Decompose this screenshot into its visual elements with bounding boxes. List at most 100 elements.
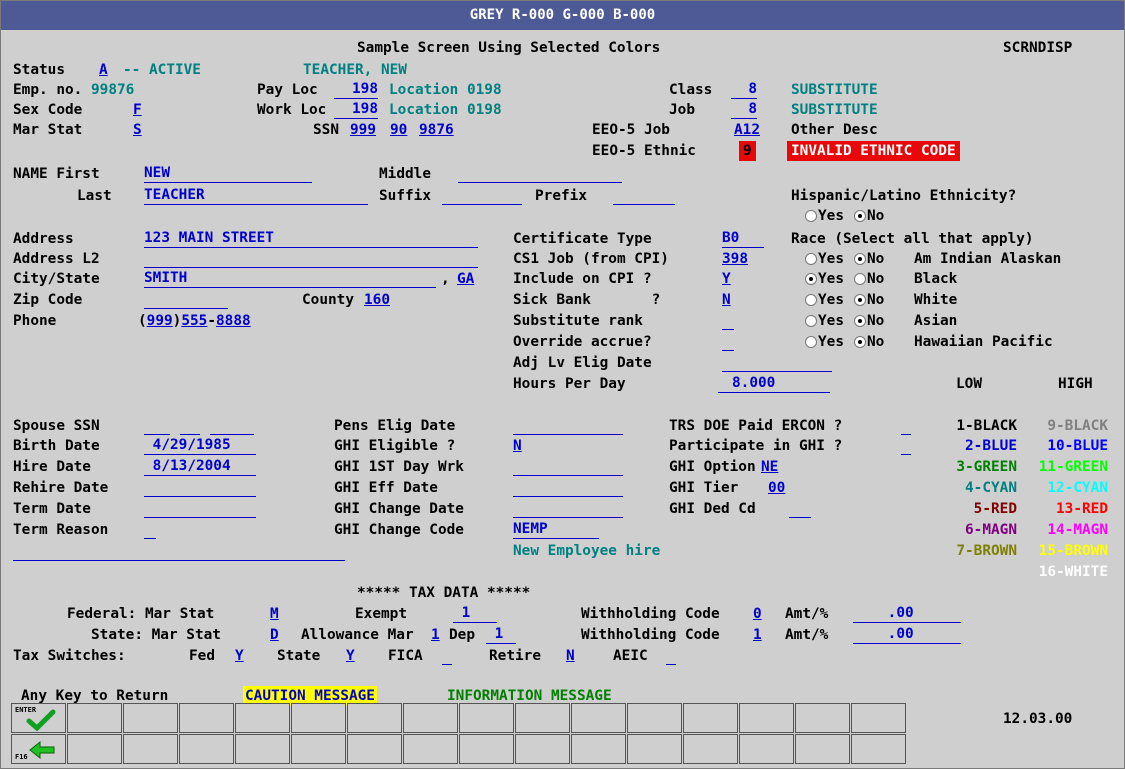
fed-wc-value[interactable]: 0 [753, 604, 762, 624]
ssn-part1[interactable]: 999 [350, 120, 376, 140]
term-reason-desc-field[interactable] [13, 542, 345, 561]
function-key-slot[interactable] [347, 734, 402, 764]
function-key-slot[interactable] [515, 703, 570, 733]
state-wc-value[interactable]: 1 [753, 625, 762, 645]
hire-date-field[interactable]: 8/13/2004 [144, 457, 256, 476]
allowance-value[interactable]: 1 [431, 625, 440, 645]
status-code[interactable]: A [99, 60, 108, 80]
spouse-ssn-3[interactable] [210, 416, 254, 435]
eeo-job-value[interactable]: A12 [734, 120, 760, 140]
function-key-slot[interactable] [235, 734, 290, 764]
function-key-slot[interactable] [403, 734, 458, 764]
function-key-slot[interactable] [459, 734, 514, 764]
sick-bank-value[interactable]: N [722, 290, 731, 310]
function-key-slot[interactable] [67, 703, 122, 733]
function-key-slot[interactable] [795, 703, 850, 733]
function-key-slot[interactable] [515, 734, 570, 764]
function-key-slot[interactable] [627, 734, 682, 764]
city-field[interactable]: SMITH [144, 269, 436, 288]
race-yes-radio-3[interactable] [805, 315, 817, 327]
function-key-slot[interactable] [627, 703, 682, 733]
hispanic-yes-radio[interactable] [805, 210, 817, 222]
zip-field[interactable] [144, 290, 228, 309]
rehire-date-field[interactable] [144, 478, 256, 497]
term-reason-field[interactable] [144, 520, 156, 539]
county-field[interactable]: 160 [364, 290, 390, 310]
fica-field[interactable] [442, 646, 452, 665]
address-field[interactable]: 123 MAIN STREET [144, 229, 478, 248]
race-no-radio-0[interactable] [854, 253, 866, 265]
function-key-slot[interactable] [67, 734, 122, 764]
cert-type-field[interactable]: B0 [722, 229, 764, 248]
race-yes-radio-4[interactable] [805, 336, 817, 348]
function-key-slot[interactable] [851, 703, 906, 733]
middle-name-field[interactable] [458, 164, 622, 183]
race-yes-radio-0[interactable] [805, 253, 817, 265]
fed-switch-value[interactable]: Y [235, 646, 244, 666]
ghi-ded-field[interactable] [789, 499, 811, 518]
hispanic-no-radio[interactable] [854, 210, 866, 222]
function-key-slot[interactable] [739, 703, 794, 733]
function-key-slot[interactable] [403, 703, 458, 733]
last-name-field[interactable]: TEACHER [144, 186, 368, 205]
function-key-slot[interactable] [179, 734, 234, 764]
race-no-radio-1[interactable] [854, 273, 866, 285]
race-no-radio-4[interactable] [854, 336, 866, 348]
race-yes-radio-1[interactable] [805, 273, 817, 285]
eeo-ethnic-value[interactable]: 9 [739, 141, 756, 161]
participate-ghi-field[interactable] [901, 436, 911, 455]
ghi-eligible-value[interactable]: N [513, 436, 522, 456]
class-field[interactable]: 8 [731, 80, 757, 99]
ghi-chg-date-field[interactable] [513, 499, 623, 518]
first-name-field[interactable]: NEW [144, 164, 312, 183]
race-yes-radio-2[interactable] [805, 294, 817, 306]
spouse-ssn-2[interactable] [180, 416, 200, 435]
suffix-field[interactable] [442, 186, 522, 205]
spouse-ssn-1[interactable] [144, 416, 170, 435]
ghi-eff-field[interactable] [513, 478, 623, 497]
term-date-field[interactable] [144, 499, 256, 518]
function-key-slot[interactable] [571, 703, 626, 733]
job-field[interactable]: 8 [731, 100, 757, 119]
function-key-slot[interactable] [347, 703, 402, 733]
ghi-1st-day-field[interactable] [513, 457, 623, 476]
cs1-job-value[interactable]: 398 [722, 249, 748, 269]
function-key-slot[interactable] [235, 703, 290, 733]
ghi-option-value[interactable]: NE [761, 457, 778, 477]
include-cpi-value[interactable]: Y [722, 269, 731, 289]
dep-field[interactable]: 1 [486, 625, 516, 644]
state-field[interactable]: GA [457, 269, 474, 289]
function-key-slot[interactable] [683, 734, 738, 764]
sub-rank-field[interactable] [722, 311, 734, 330]
state-amt-field[interactable]: .00 [853, 625, 961, 644]
function-key-slot[interactable] [459, 703, 514, 733]
ssn-part2[interactable]: 90 [390, 120, 407, 140]
function-key-slot[interactable] [571, 734, 626, 764]
function-key-slot[interactable] [291, 703, 346, 733]
function-key-slot[interactable] [123, 734, 178, 764]
enter-key[interactable]: ENTER [11, 703, 66, 733]
function-key-slot[interactable] [851, 734, 906, 764]
prefix-field[interactable] [613, 186, 675, 205]
ssn-part3[interactable]: 9876 [419, 120, 454, 140]
state-switch-value[interactable]: Y [346, 646, 355, 666]
pay-loc-field[interactable]: 198 [334, 80, 378, 99]
ghi-chg-code-field[interactable]: NEMP [513, 520, 599, 539]
function-key-slot[interactable] [739, 734, 794, 764]
aeic-field[interactable] [666, 646, 676, 665]
retire-value[interactable]: N [566, 646, 575, 666]
fed-amt-field[interactable]: .00 [853, 604, 961, 623]
phone-field[interactable]: (999)555-8888 [138, 311, 251, 331]
f16-key[interactable]: F16 [11, 734, 66, 764]
sex-code-value[interactable]: F [133, 100, 142, 120]
ghi-tier-value[interactable]: 00 [768, 478, 785, 498]
race-no-radio-3[interactable] [854, 315, 866, 327]
work-loc-field[interactable]: 198 [334, 100, 378, 119]
function-key-slot[interactable] [123, 703, 178, 733]
function-key-slot[interactable] [683, 703, 738, 733]
function-key-slot[interactable] [291, 734, 346, 764]
function-key-slot[interactable] [795, 734, 850, 764]
pens-elig-field[interactable] [513, 416, 623, 435]
address-l2-field[interactable] [144, 249, 478, 268]
exempt-field[interactable]: 1 [453, 604, 497, 623]
